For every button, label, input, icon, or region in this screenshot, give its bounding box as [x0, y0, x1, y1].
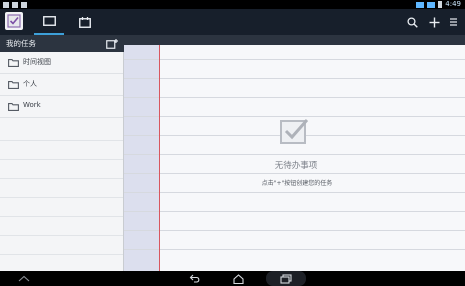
action-bar — [0, 9, 465, 35]
overflow-menu-icon — [450, 18, 457, 26]
navigation-bar — [0, 271, 465, 286]
tab-calendar[interactable] — [70, 9, 100, 35]
sidebar-item-label: 时间视图 — [23, 58, 51, 66]
sidebar-item-label: 个人 — [23, 80, 37, 88]
margin-line — [159, 45, 160, 271]
ruled-line — [124, 97, 465, 98]
add-icon — [429, 17, 439, 27]
app-logo-icon[interactable] — [5, 12, 23, 30]
sidebar: 我的任务 时间视图 个人 Work — [0, 35, 124, 271]
folder-icon — [8, 81, 19, 89]
sidebar-item-personal[interactable]: 个人 — [0, 75, 123, 96]
status-time: 4:49 — [445, 0, 461, 8]
divider — [0, 254, 123, 255]
home-icon — [232, 273, 244, 284]
quick-settings-button[interactable] — [14, 271, 34, 286]
empty-checkbox-icon — [280, 119, 309, 144]
ruled-line — [124, 59, 465, 60]
calendar-icon — [79, 16, 91, 28]
status-bar: 4:49 — [0, 0, 465, 9]
add-task-button[interactable] — [424, 9, 444, 35]
recent-apps-button[interactable] — [266, 271, 306, 286]
search-button[interactable] — [402, 9, 422, 35]
ruled-line — [124, 173, 465, 174]
folder-icon — [8, 59, 19, 67]
notification-icons — [3, 0, 27, 9]
search-icon — [406, 16, 418, 28]
task-list-area: 无待办事项 点击"+"按钮创建您的任务 — [124, 35, 465, 271]
sidebar-item-timeline[interactable]: 时间视图 — [0, 53, 123, 74]
empty-state-title: 无待办事项 — [274, 161, 318, 171]
back-icon — [189, 274, 199, 283]
ruled-line — [124, 192, 465, 193]
folder-icon — [42, 16, 56, 26]
ruled-line — [124, 249, 465, 250]
sidebar-item-label: Work — [23, 101, 41, 109]
add-folder-icon — [106, 38, 118, 49]
recent-apps-icon — [280, 273, 292, 284]
empty-state-hint: 点击"+"按钮创建您的任务 — [261, 180, 333, 187]
sidebar-title: 我的任务 — [6, 39, 36, 48]
notification-icon — [21, 1, 27, 8]
sidebar-header: 我的任务 — [0, 35, 124, 52]
back-button[interactable] — [184, 271, 204, 286]
divider — [0, 216, 123, 217]
notification-icon — [12, 1, 18, 8]
divider — [0, 140, 123, 141]
signal-icon — [427, 1, 436, 8]
divider — [0, 235, 123, 236]
ruled-line — [124, 230, 465, 231]
overflow-menu-button[interactable] — [444, 9, 464, 35]
home-button[interactable] — [228, 271, 248, 286]
sidebar-item-work[interactable]: Work — [0, 97, 123, 118]
divider — [0, 178, 123, 179]
ruled-line — [124, 211, 465, 212]
new-list-button[interactable] — [105, 37, 119, 50]
content-header — [124, 35, 465, 45]
ruled-line — [124, 154, 465, 155]
tab-folders[interactable] — [34, 9, 64, 35]
battery-icon — [438, 1, 443, 8]
notification-icon — [3, 1, 9, 8]
wifi-icon — [416, 1, 425, 8]
folder-icon — [8, 103, 19, 111]
ruled-line — [124, 78, 465, 79]
chevron-up-icon — [18, 275, 30, 282]
divider — [0, 159, 123, 160]
divider — [0, 197, 123, 198]
